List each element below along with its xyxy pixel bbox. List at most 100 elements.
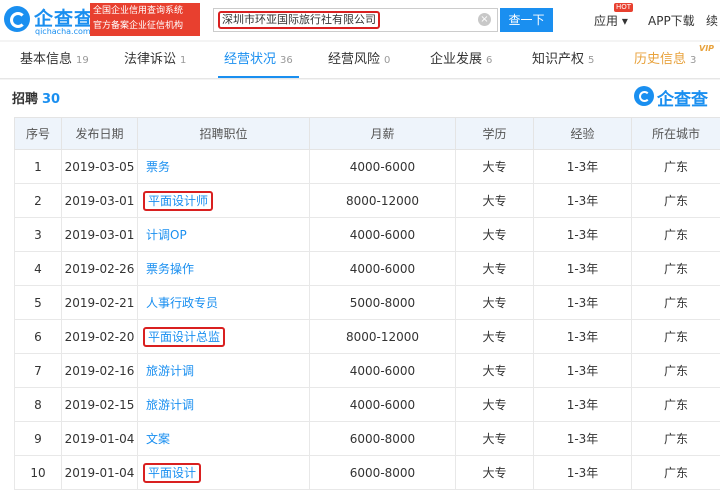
job-link[interactable]: 票务操作 — [143, 261, 197, 277]
cell-job: 旅游计调 — [137, 387, 310, 422]
qichacha-watermark-icon — [634, 86, 654, 106]
tab-business-risk[interactable]: 经营风险 0 — [328, 42, 390, 78]
table-row: 3 2019-03-01 计调OP 4000-6000 大专 1-3年 广东 — [14, 217, 720, 252]
cell-job: 人事行政专员 — [137, 285, 310, 320]
table-row: 9 2019-01-04 文案 6000-8000 大专 1-3年 广东 — [14, 421, 720, 456]
job-link[interactable]: 旅游计调 — [143, 397, 197, 413]
watermark-text: 企查查 — [657, 90, 708, 110]
cell-date: 2019-03-05 — [61, 149, 138, 184]
cell-no: 6 — [14, 319, 62, 354]
cell-education: 大专 — [455, 421, 534, 456]
section-tabs: 基本信息 19 法律诉讼 1 经营状况 36 经营风险 0 企业发展 6 知识产权 5 历史… — [0, 42, 720, 79]
cell-education: 大专 — [455, 455, 534, 490]
cell-education: 大专 — [455, 183, 534, 218]
section-title-text: 招聘 — [12, 92, 39, 107]
tab-business-status[interactable]: 经营状况 36 — [218, 42, 299, 78]
search-value[interactable]: 深圳市环亚国际旅行社有限公司 — [218, 11, 380, 29]
job-link[interactable]: 平面设计总监 — [143, 326, 226, 347]
cell-job: 平面设计 — [137, 455, 310, 490]
cell-salary: 6000-8000 — [309, 455, 456, 490]
tab-label: 历史信息 — [634, 52, 687, 67]
cell-job: 平面设计总监 — [137, 319, 310, 354]
cell-education: 大专 — [455, 149, 534, 184]
table-header-row: 序号 发布日期 招聘职位 月薪 学历 经验 所在城市 — [14, 117, 720, 150]
tab-count: 36 — [280, 55, 293, 66]
cell-experience: 1-3年 — [533, 455, 632, 490]
job-link[interactable]: 文案 — [143, 431, 173, 447]
cell-city: 广东 — [631, 149, 720, 184]
search-button[interactable]: 查一下 — [500, 8, 553, 32]
cell-no: 10 — [14, 455, 62, 490]
job-link[interactable]: 平面设计 — [143, 462, 202, 483]
job-link[interactable]: 旅游计调 — [143, 363, 197, 379]
cell-education: 大专 — [455, 285, 534, 320]
cell-job: 计调OP — [137, 217, 310, 252]
cell-salary: 6000-8000 — [309, 421, 456, 456]
cell-education: 大专 — [455, 319, 534, 354]
cell-city: 广东 — [631, 183, 720, 218]
search-input[interactable]: 深圳市环亚国际旅行社有限公司 × — [213, 8, 498, 32]
cell-job: 票务 — [137, 149, 310, 184]
tab-development[interactable]: 企业发展 6 — [430, 42, 492, 78]
tab-legal[interactable]: 法律诉讼 1 — [124, 42, 186, 78]
certification-badge: 全国企业信用查询系统 官方备案企业征信机构 — [90, 3, 200, 36]
hot-badge: HOT — [614, 3, 634, 12]
tab-label: 经营状况 — [224, 52, 277, 67]
cell-salary: 4000-6000 — [309, 149, 456, 184]
cell-date: 2019-03-01 — [61, 217, 138, 252]
cell-salary: 4000-6000 — [309, 387, 456, 422]
cell-no: 5 — [14, 285, 62, 320]
job-link[interactable]: 计调OP — [143, 227, 190, 243]
cell-no: 4 — [14, 251, 62, 286]
cell-experience: 1-3年 — [533, 319, 632, 354]
header-salary: 月薪 — [309, 117, 456, 150]
cell-city: 广东 — [631, 421, 720, 456]
cell-date: 2019-01-04 — [61, 455, 138, 490]
nav-app-download[interactable]: APP下载 — [648, 12, 695, 29]
job-link[interactable]: 人事行政专员 — [143, 295, 221, 311]
nav-app-menu[interactable]: 应用 ▾ — [594, 12, 628, 29]
cell-job: 平面设计师 — [137, 183, 310, 218]
qichacha-logo-icon[interactable] — [4, 6, 30, 32]
nav-more[interactable]: 续 — [706, 12, 718, 29]
cell-city: 广东 — [631, 387, 720, 422]
cell-job: 票务操作 — [137, 251, 310, 286]
cell-city: 广东 — [631, 217, 720, 252]
cell-no: 7 — [14, 353, 62, 388]
badge-line-1: 全国企业信用查询系统 — [93, 6, 184, 16]
nav-app-label: 应用 — [594, 14, 619, 28]
cell-experience: 1-3年 — [533, 251, 632, 286]
vip-badge: VIP — [699, 44, 715, 53]
table-row: 8 2019-02-15 旅游计调 4000-6000 大专 1-3年 广东 — [14, 387, 720, 422]
cell-experience: 1-3年 — [533, 387, 632, 422]
clear-icon[interactable]: × — [478, 13, 491, 26]
cell-experience: 1-3年 — [533, 149, 632, 184]
cell-experience: 1-3年 — [533, 421, 632, 456]
job-link[interactable]: 票务 — [143, 159, 173, 175]
tab-count: 3 — [690, 55, 697, 66]
recruitment-table: 序号 发布日期 招聘职位 月薪 学历 经验 所在城市 1 2019-03-05 票务… — [14, 117, 720, 490]
cell-salary: 4000-6000 — [309, 217, 456, 252]
cell-experience: 1-3年 — [533, 353, 632, 388]
tab-count: 6 — [486, 55, 493, 66]
tab-history[interactable]: 历史信息 3 — [634, 42, 696, 78]
cell-experience: 1-3年 — [533, 217, 632, 252]
tab-basic-info[interactable]: 基本信息 19 — [20, 42, 89, 78]
job-link[interactable]: 平面设计师 — [143, 190, 214, 211]
cell-no: 3 — [14, 217, 62, 252]
tab-label: 法律诉讼 — [124, 52, 177, 67]
chevron-down-icon: ▾ — [621, 14, 628, 28]
top-header: 企查查 qichacha.com 全国企业信用查询系统 官方备案企业征信机构 深… — [0, 0, 720, 40]
header-education: 学历 — [455, 117, 534, 150]
table-row: 10 2019-01-04 平面设计 6000-8000 大专 1-3年 广东 — [14, 455, 720, 490]
tab-count: 0 — [384, 55, 391, 66]
cell-job: 文案 — [137, 421, 310, 456]
tab-count: 5 — [588, 55, 595, 66]
cell-education: 大专 — [455, 217, 534, 252]
cell-job: 旅游计调 — [137, 353, 310, 388]
header-no: 序号 — [14, 117, 62, 150]
cell-city: 广东 — [631, 353, 720, 388]
tab-ip[interactable]: 知识产权 5 — [532, 42, 594, 78]
section-count: 30 — [42, 92, 61, 107]
tab-label: 企业发展 — [430, 52, 483, 67]
